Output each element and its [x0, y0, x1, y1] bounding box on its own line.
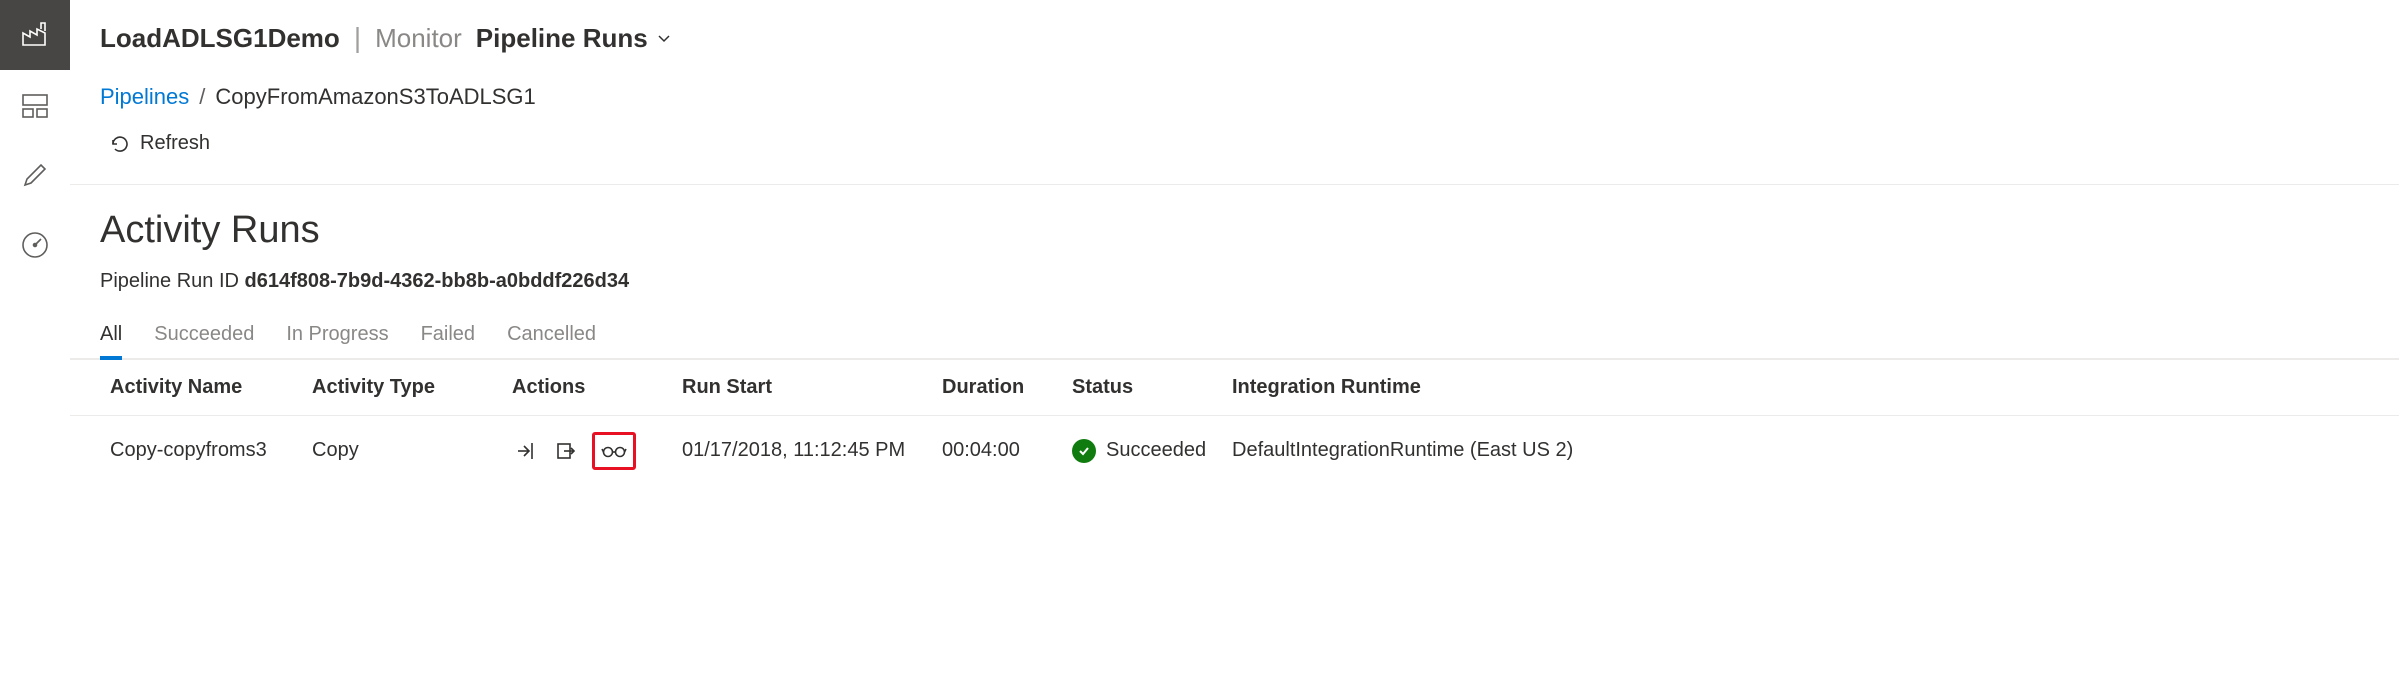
tab-in-progress[interactable]: In Progress [286, 315, 388, 358]
details-action-button[interactable] [592, 432, 636, 470]
col-header-status[interactable]: Status [1060, 360, 1220, 416]
table-row: Copy-copyfroms3 Copy [70, 415, 2399, 486]
page-header: LoadADLSG1Demo | Monitor Pipeline Runs [70, 0, 2399, 64]
factory-icon [19, 19, 51, 51]
toolbar: Refresh [70, 118, 2399, 185]
col-header-integration-runtime[interactable]: Integration Runtime [1220, 360, 2399, 416]
refresh-icon [110, 134, 130, 154]
pipeline-runs-dropdown[interactable]: Pipeline Runs [476, 23, 672, 54]
col-header-activity-name[interactable]: Activity Name [70, 360, 300, 416]
sidebar-item-monitor[interactable] [0, 210, 70, 280]
sidebar-item-author[interactable] [0, 140, 70, 210]
refresh-label: Refresh [140, 132, 210, 155]
run-id-value: d614f808-7b9d-4362-bb8b-a0bddf226d34 [245, 270, 630, 292]
breadcrumb-separator: / [199, 84, 205, 110]
output-action-button[interactable] [552, 437, 580, 465]
col-header-run-start[interactable]: Run Start [670, 360, 930, 416]
tab-failed[interactable]: Failed [421, 315, 475, 358]
sidebar-item-overview[interactable] [0, 70, 70, 140]
glasses-icon [601, 443, 627, 459]
chevron-down-icon [656, 30, 672, 46]
checkmark-icon [1077, 444, 1091, 458]
header-subtitle: Monitor [375, 23, 462, 54]
activity-runs-table: Activity Name Activity Type Actions Run … [70, 360, 2399, 486]
cell-integration-runtime: DefaultIntegrationRuntime (East US 2) [1220, 415, 2399, 486]
status-tabs: All Succeeded In Progress Failed Cancell… [70, 311, 2399, 360]
sidebar [0, 0, 70, 486]
sidebar-item-factory[interactable] [0, 0, 70, 70]
cell-status: Succeeded [1060, 415, 1220, 486]
section-title: Activity Runs [70, 185, 2399, 264]
cell-activity-name: Copy-copyfroms3 [70, 415, 300, 486]
header-title: LoadADLSG1Demo [100, 23, 340, 54]
col-header-activity-type[interactable]: Activity Type [300, 360, 500, 416]
table-header-row: Activity Name Activity Type Actions Run … [70, 360, 2399, 416]
tab-all[interactable]: All [100, 315, 122, 358]
header-divider: | [354, 22, 361, 54]
dropdown-label: Pipeline Runs [476, 23, 648, 54]
breadcrumb: Pipelines / CopyFromAmazonS3ToADLSG1 [70, 64, 2399, 118]
input-icon [514, 439, 538, 463]
gauge-icon [19, 229, 51, 261]
run-id-row: Pipeline Run ID d614f808-7b9d-4362-bb8b-… [70, 264, 2399, 311]
col-header-duration[interactable]: Duration [930, 360, 1060, 416]
pencil-icon [19, 159, 51, 191]
breadcrumb-current: CopyFromAmazonS3ToADLSG1 [215, 84, 535, 110]
cell-activity-type: Copy [300, 415, 500, 486]
input-action-button[interactable] [512, 437, 540, 465]
success-status-icon [1072, 439, 1096, 463]
tab-cancelled[interactable]: Cancelled [507, 315, 596, 358]
breadcrumb-pipelines-link[interactable]: Pipelines [100, 84, 189, 110]
cell-actions [500, 415, 670, 486]
cell-run-start: 01/17/2018, 11:12:45 PM [670, 415, 930, 486]
output-icon [554, 439, 578, 463]
refresh-button[interactable]: Refresh [110, 132, 210, 155]
cell-duration: 00:04:00 [930, 415, 1060, 486]
run-id-label: Pipeline Run ID [100, 270, 245, 292]
tab-succeeded[interactable]: Succeeded [154, 315, 254, 358]
col-header-actions: Actions [500, 360, 670, 416]
main-content: LoadADLSG1Demo | Monitor Pipeline Runs P… [70, 0, 2399, 486]
status-text: Succeeded [1106, 439, 1206, 462]
dashboard-icon [19, 89, 51, 121]
